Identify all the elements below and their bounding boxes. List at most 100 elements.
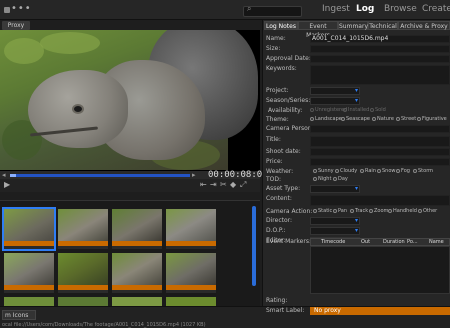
column-header[interactable]: Duration	[383, 239, 405, 245]
tod-option[interactable]: Day	[333, 176, 348, 182]
rating-label: Rating:	[266, 297, 288, 304]
camera-action-option[interactable]: Handheld	[388, 208, 417, 214]
clip-thumbnail[interactable]	[58, 253, 108, 293]
playhead[interactable]	[10, 174, 16, 177]
tod-option[interactable]: Night	[313, 176, 331, 182]
director-dropdown[interactable]: ▾	[310, 217, 360, 225]
title-row: Title:	[263, 136, 450, 148]
shoot-field[interactable]	[310, 148, 450, 156]
name-label: Name:	[266, 35, 286, 42]
tab-event-markers[interactable]: Event Markers	[298, 21, 338, 39]
window-icon[interactable]	[4, 7, 10, 13]
title-field[interactable]	[310, 136, 450, 147]
clip-thumbnail[interactable]	[112, 253, 162, 293]
fullscreen-icon[interactable]: ⤢	[240, 180, 246, 190]
weather-label: Weather:	[266, 168, 294, 175]
column-header[interactable]: Name	[429, 239, 444, 245]
timeline-track[interactable]	[10, 174, 190, 177]
video-viewer[interactable]	[0, 30, 260, 170]
out-point-icon[interactable]: ⇥	[210, 180, 217, 189]
search-input[interactable]: ⌕	[243, 4, 302, 17]
play-icon[interactable]: ▶	[4, 180, 10, 189]
panel-tabs: Log Notes Event Markers Summary Technica…	[263, 21, 450, 39]
event-markers-table[interactable]	[310, 246, 450, 294]
mode-create[interactable]: Create	[422, 4, 450, 14]
availability-option[interactable]: Installed	[343, 107, 369, 113]
weather-option[interactable]: Fog	[396, 168, 410, 174]
more-icon[interactable]: •••	[11, 3, 32, 14]
project-dropdown[interactable]: ▾	[310, 87, 360, 95]
keywords-field[interactable]	[310, 65, 450, 85]
playback-controls: ▶ ⇤ ⇥ ✂ ◆ ⤢	[0, 179, 260, 192]
approval-label: Approval Date:	[266, 55, 311, 62]
rating-row: Rating:	[263, 297, 450, 306]
marker-icon[interactable]: ◆	[230, 180, 236, 189]
camera-action-option[interactable]: Other	[418, 208, 437, 214]
camera-action-option[interactable]: Static	[313, 208, 332, 214]
camera-action-row: Camera Action: Static Pan Track Zoom Han…	[263, 208, 450, 217]
column-header[interactable]: Out	[361, 239, 370, 245]
approval-row: Approval Date:	[263, 55, 450, 64]
mode-log[interactable]: Log	[356, 4, 374, 14]
tab-technical[interactable]: Technical	[368, 21, 398, 30]
clip-thumbnail[interactable]	[2, 207, 56, 251]
content-label: Content:	[266, 195, 292, 202]
in-point-icon[interactable]: ⇤	[200, 180, 207, 189]
clip-thumbnail[interactable]	[58, 209, 108, 249]
weather-option[interactable]: Cloudy	[335, 168, 357, 174]
tab-summary[interactable]: Summary	[338, 21, 368, 30]
video-frame	[0, 30, 258, 170]
asset-row: Asset Type: ▾	[263, 185, 450, 194]
name-row: Name: A001_C014_1015D6.mp4	[263, 35, 450, 44]
clip-icon[interactable]: ✂	[220, 180, 227, 189]
event-markers-header: Timecode Out Duration Po... Name	[310, 238, 450, 246]
clip-thumbnail[interactable]	[166, 209, 216, 249]
theme-option[interactable]: Figurative	[417, 116, 447, 122]
weather-option[interactable]: Rain	[360, 168, 376, 174]
approval-field[interactable]	[310, 55, 450, 63]
content-field[interactable]	[310, 195, 450, 206]
theme-label: Theme:	[266, 116, 289, 123]
metadata-panel: Log Notes Event Markers Summary Technica…	[262, 20, 450, 315]
grid-scrollbar[interactable]	[252, 206, 256, 286]
column-header[interactable]: Po...	[407, 239, 418, 245]
column-header[interactable]: Timecode	[321, 239, 345, 245]
keywords-row: Keywords:	[263, 65, 450, 85]
proxy-tab[interactable]: Proxy	[2, 21, 30, 30]
clip-thumbnail[interactable]	[4, 253, 54, 293]
mode-browse[interactable]: Browse	[384, 4, 417, 14]
weather-option[interactable]: Storm	[413, 168, 433, 174]
theme-option[interactable]: Street	[396, 116, 416, 122]
theme-row: Theme: Landscape Seascape Nature Street …	[263, 116, 450, 125]
weather-option[interactable]: Sunny	[313, 168, 334, 174]
clip-thumbnail[interactable]	[112, 209, 162, 249]
camera-field[interactable]	[310, 125, 450, 133]
availability-option[interactable]: Unregistered	[310, 107, 347, 113]
camera-action-option[interactable]: Pan	[333, 208, 347, 214]
theme-option[interactable]: Landscape	[310, 116, 342, 122]
mark-in-icon[interactable]: ◂	[2, 171, 6, 179]
camera-row: Camera Person:	[263, 125, 450, 134]
price-field[interactable]	[310, 158, 450, 166]
size-field[interactable]	[310, 45, 450, 53]
mode-ingest[interactable]: Ingest	[322, 4, 350, 14]
tab-log-notes[interactable]: Log Notes	[264, 21, 298, 30]
shoot-row: Shoot date:	[263, 148, 450, 157]
availability-option[interactable]: Sold	[370, 107, 386, 113]
mark-out-icon[interactable]: ▸	[192, 171, 196, 179]
weather-option[interactable]: Snow	[377, 168, 396, 174]
smart-label-value: No proxy	[314, 307, 341, 314]
availability-label: Availability:	[268, 107, 303, 114]
camera-action-option[interactable]: Zoom	[369, 208, 388, 214]
camera-action-option[interactable]: Track	[350, 208, 368, 214]
tab-archive-proxy[interactable]: Archive & Proxy	[398, 21, 450, 30]
theme-option[interactable]: Seascape	[341, 116, 370, 122]
view-mode-select[interactable]: m Icons	[2, 310, 36, 320]
dop-dropdown[interactable]: ▾	[310, 227, 360, 235]
chevron-down-icon: ▾	[354, 217, 358, 224]
clip-thumbnail[interactable]	[166, 253, 216, 293]
theme-option[interactable]: Nature	[372, 116, 394, 122]
content-row: Content:	[263, 195, 450, 207]
asset-dropdown[interactable]: ▾	[310, 185, 360, 193]
season-dropdown[interactable]: ▾	[310, 97, 360, 105]
